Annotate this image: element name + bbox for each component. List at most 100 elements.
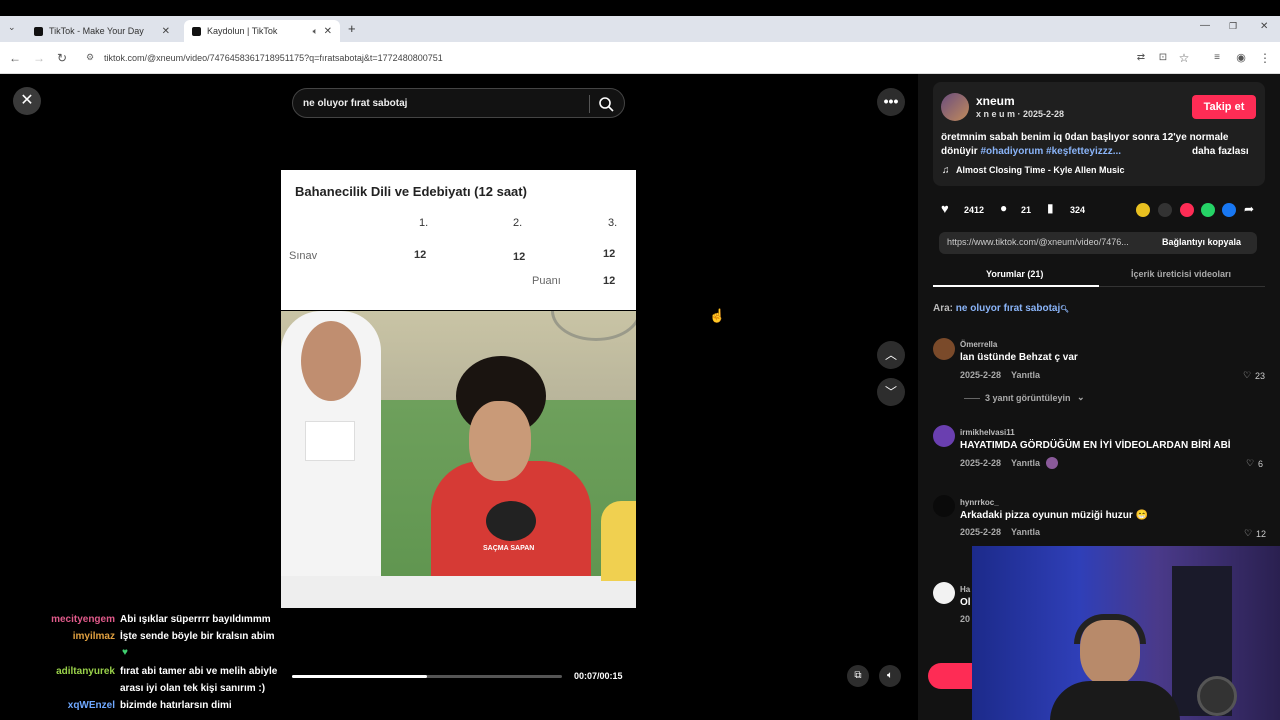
- search-hint-prefix: Ara:: [933, 303, 956, 314]
- follow-button[interactable]: Takip et: [1192, 95, 1256, 119]
- volume-button[interactable]: 🔈︎: [879, 665, 901, 687]
- whatsapp-icon[interactable]: [1201, 203, 1215, 217]
- comment-count: 21: [1021, 205, 1032, 215]
- comment-author[interactable]: hynrrkoc_: [960, 498, 999, 507]
- comment-avatar[interactable]: [933, 338, 955, 360]
- next-video-button[interactable]: ﹀: [877, 378, 905, 406]
- comment-like-icon[interactable]: ♡: [1243, 370, 1251, 381]
- maximize-icon[interactable]: ❐: [1229, 21, 1237, 32]
- chat-username: adiltanyurek: [56, 666, 115, 677]
- facebook-icon[interactable]: [1222, 203, 1236, 217]
- search-query: ne oluyor fırat sabotaj: [303, 97, 408, 109]
- send-share-icon[interactable]: [1180, 203, 1194, 217]
- comment-avatar[interactable]: [933, 582, 955, 604]
- chat-message: fırat abi tamer abi ve melih abiyle: [120, 666, 278, 677]
- search-input[interactable]: ne oluyor fırat sabotaj: [292, 88, 625, 118]
- wall-clock: [551, 311, 636, 341]
- search-hint[interactable]: Ara: ne oluyor fırat sabotaj🔍︎: [933, 303, 1069, 314]
- search-hint-icon: 🔍︎: [1060, 306, 1070, 313]
- tab-list-chevron-icon[interactable]: ⌄: [8, 22, 16, 33]
- translate-icon[interactable]: ⇄: [1134, 51, 1148, 65]
- chat-message: Abi ışıklar süperrrr bayıldımmm: [120, 614, 271, 625]
- comment-avatar[interactable]: [933, 495, 955, 517]
- view-replies-link[interactable]: 3 yanıt görüntüleyin: [985, 393, 1071, 403]
- column-2-label: 2.: [513, 217, 523, 229]
- search-icon[interactable]: [598, 96, 614, 112]
- close-window-icon[interactable]: ✕: [1260, 21, 1268, 32]
- comment-text: HAYATIMDA GÖRDÜĞÜM EN İYİ VİDEOLARDAN Bİ…: [960, 440, 1231, 451]
- back-icon[interactable]: ←: [8, 51, 22, 65]
- minimize-icon[interactable]: —: [1200, 20, 1210, 31]
- share-link[interactable]: https://www.tiktok.com/@xneum/video/7476…: [947, 237, 1129, 247]
- replies-divider: [964, 398, 980, 399]
- bookmark-icon[interactable]: ▮: [1047, 201, 1054, 215]
- pip-button[interactable]: ⧉: [847, 665, 869, 687]
- reload-icon[interactable]: ↻: [55, 51, 69, 65]
- reply-link[interactable]: Yanıtla: [1011, 370, 1040, 380]
- chevron-down-icon[interactable]: ⌄: [1077, 392, 1085, 403]
- streamer-webcam: [972, 546, 1280, 720]
- chat-message: bizimde hatırlarsın dimi: [120, 700, 232, 711]
- site-info-icon[interactable]: ⚙: [86, 52, 94, 63]
- chat-message: arası iyi olan tek kişi sanırım :): [120, 683, 266, 694]
- profile-icon[interactable]: ◉: [1234, 51, 1248, 65]
- tiktok-favicon-icon: [192, 26, 201, 36]
- new-tab-button[interactable]: +: [348, 21, 356, 36]
- tab-creator-videos[interactable]: İçerik üreticisi videoları: [1131, 269, 1231, 279]
- comment-date: 2025-2-28: [960, 458, 1002, 468]
- comment-icon[interactable]: ●: [1000, 201, 1007, 215]
- video-time: 00:07/00:15: [574, 671, 623, 681]
- menu-icon[interactable]: ⋮: [1258, 51, 1272, 65]
- comment-like-icon[interactable]: ♡: [1244, 528, 1252, 539]
- comment-author[interactable]: Ha: [960, 585, 970, 594]
- more-options-button[interactable]: •••: [877, 88, 905, 116]
- shirt-text: SAÇMA SAPAN: [483, 545, 535, 552]
- shirt-print: [486, 501, 536, 541]
- comment-author[interactable]: irmikhelvasi11: [960, 428, 1015, 437]
- like-icon[interactable]: ♥: [941, 201, 949, 216]
- url-field[interactable]: ⚙ tiktok.com/@xneum/video/74764583617189…: [80, 47, 1170, 69]
- media-control-icon[interactable]: ≡: [1210, 51, 1224, 65]
- comment-date: 2025-2-28: [960, 527, 1002, 537]
- reply-link[interactable]: Yanıtla: [1011, 458, 1040, 468]
- post-comment-button[interactable]: [928, 663, 978, 689]
- close-tab-icon[interactable]: ✕: [162, 26, 170, 37]
- embed-share-icon[interactable]: [1136, 203, 1150, 217]
- tab-comments[interactable]: Yorumlar (21): [986, 269, 1043, 279]
- comment-avatar[interactable]: [933, 425, 955, 447]
- streamer-body: [1050, 681, 1180, 720]
- creator-name[interactable]: xneum: [976, 94, 1015, 108]
- chat-username: mecityengem: [51, 614, 115, 625]
- share-arrow-icon[interactable]: ➦: [1244, 202, 1254, 216]
- like-count: 2412: [964, 205, 985, 215]
- install-icon[interactable]: ⊡: [1156, 51, 1170, 65]
- music-title[interactable]: Almost Closing Time - Kyle Allen Music: [956, 165, 1125, 175]
- close-tab-icon[interactable]: ✕: [324, 26, 332, 37]
- comment-date: 20: [960, 614, 971, 624]
- reply-link[interactable]: Yanıtla: [1011, 527, 1040, 537]
- tiktok-favicon-icon: [34, 26, 43, 36]
- speaker-icon[interactable]: 🔈︎: [313, 26, 318, 37]
- caption-hashtags[interactable]: #ohadiyorum #keşfetteyizzz...: [980, 146, 1121, 157]
- creator-avatar[interactable]: [941, 93, 969, 121]
- caption-more-link[interactable]: daha fazlası: [1192, 146, 1249, 157]
- forward-icon[interactable]: →: [32, 51, 46, 65]
- code-share-icon[interactable]: [1158, 203, 1172, 217]
- comment-date: 2025-2-28: [960, 370, 1002, 380]
- tab-kaydolun[interactable]: Kaydolun | TikTok 🔈︎ ✕: [184, 20, 340, 42]
- creator-liked-avatar: [1046, 457, 1058, 469]
- tiktok-page: ✕ Bahanecilik Dili ve Edebiyatı (12 saat…: [0, 74, 1280, 720]
- address-bar: ← → ↻ ⚙ tiktok.com/@xneum/video/74764583…: [0, 42, 1280, 74]
- close-video-button[interactable]: ✕: [13, 87, 41, 115]
- tab-tiktok-home[interactable]: TikTok - Make Your Day ✕: [26, 20, 178, 42]
- previous-video-button[interactable]: ︿: [877, 341, 905, 369]
- value-1: 12: [414, 249, 427, 261]
- music-note-icon: ♫: [942, 165, 950, 176]
- bookmark-star-icon[interactable]: ☆: [1177, 51, 1191, 65]
- comment-author[interactable]: Ömerrella: [960, 340, 997, 349]
- video-overlay-title: Bahanecilik Dili ve Edebiyatı (12 saat): [295, 184, 527, 199]
- copy-link-button[interactable]: Bağlantıyı kopyala: [1162, 237, 1241, 247]
- comment-like-icon[interactable]: ♡: [1246, 458, 1254, 469]
- value-2: 12: [513, 251, 526, 263]
- video-progress-bar[interactable]: [292, 675, 562, 678]
